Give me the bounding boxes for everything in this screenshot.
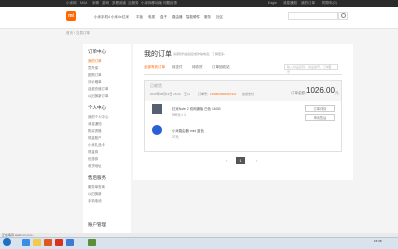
sidebar-section-title: 售后服务 <box>88 175 106 180</box>
divider <box>144 74 342 75</box>
product-title[interactable]: 红米Note 2 双网通版 白色 16GB <box>172 106 221 111</box>
sidebar-item[interactable]: 以旧换新 <box>88 191 102 196</box>
topbar-link[interactable]: 游戏 <box>102 1 109 6</box>
sidebar-section-title: 个人中心 <box>88 105 106 110</box>
nav-item[interactable]: 小米手机4 小米4c <box>94 15 122 20</box>
topbar-link[interactable]: 多看阅读 <box>112 1 126 6</box>
sidebar-item[interactable]: 现金券 <box>88 149 98 154</box>
app-icon[interactable] <box>55 239 63 246</box>
start-button[interactable] <box>3 238 11 246</box>
order-search-button[interactable] <box>330 64 338 70</box>
topbar-cart[interactable]: 购物车(0) <box>322 1 337 6</box>
sidebar-item[interactable]: 小米礼品卡 <box>88 142 105 147</box>
pager-next[interactable]: › <box>256 158 257 163</box>
sidebar-item[interactable]: 现金账户 <box>88 135 102 140</box>
topbar-link[interactable]: 小米网 <box>66 1 77 6</box>
tab-pending-receipt[interactable]: 待收货 <box>192 65 203 70</box>
ie-icon[interactable] <box>22 239 30 246</box>
sidebar-item-my-orders[interactable]: 我的订单 <box>88 58 102 63</box>
order-date: 2015年08月13日 15:22 <box>150 92 181 96</box>
sidebar-item[interactable]: 评价晒单 <box>88 79 102 84</box>
tab-all-orders[interactable]: 全部有效订单 <box>144 65 165 70</box>
order-recipient: 王xx <box>184 92 191 96</box>
taskbar-clock: 15:38 <box>374 239 382 243</box>
breadcrumb: 首页 / 交易订单 <box>66 31 90 35</box>
order-status: 已收货 <box>150 83 162 88</box>
order-details-button[interactable]: 订单详情 <box>305 105 335 112</box>
search-input[interactable] <box>288 12 338 20</box>
order-number-label: 订单号： <box>198 92 211 96</box>
order-total-value: 1026.00 <box>306 86 335 95</box>
topbar-notifications[interactable]: 消息通知 <box>283 1 297 6</box>
topbar-link[interactable]: 问题反馈 <box>163 1 177 6</box>
sidebar-item[interactable]: 意外保 <box>88 65 98 70</box>
product-title[interactable]: 小米路由器 mini 蓝色 <box>172 128 204 133</box>
pager-current-page[interactable]: 1 <box>236 157 245 164</box>
sidebar-item[interactable]: 团购订单 <box>88 72 102 77</box>
sidebar-item[interactable]: 购买资格 <box>88 128 102 133</box>
nav-item[interactable]: 社区 <box>216 15 223 20</box>
order-total-unit: 元 <box>335 91 339 95</box>
order-number[interactable]: 1150813583307411 <box>210 92 236 96</box>
page-title: 我的订单 <box>144 51 172 58</box>
product-price: 999元 × 1 <box>172 113 186 117</box>
after-sales-button[interactable]: 申请售后 <box>305 114 335 121</box>
nav-item[interactable]: 盒子 <box>160 15 167 20</box>
browser-icon[interactable] <box>66 239 74 246</box>
topbar-user[interactable]: Eagle <box>268 1 277 5</box>
tab-recycle-bin[interactable]: 订单回收站 <box>212 65 230 70</box>
nav-item[interactable]: 路由器 <box>172 15 183 20</box>
order-payment: 在线支付 <box>242 92 255 96</box>
tab-pending-payment[interactable]: 待支付 <box>172 65 183 70</box>
sidebar-item[interactable]: 消息通知 <box>88 121 102 126</box>
sidebar-section-title: 订单中心 <box>88 49 106 54</box>
sidebar-item[interactable]: 服务单查询 <box>88 184 105 189</box>
topbar-link[interactable]: MIUI <box>80 1 87 5</box>
sidebar-item[interactable]: 优惠券 <box>88 156 98 161</box>
mi-logo[interactable]: mi <box>66 11 76 21</box>
product-thumbnail[interactable] <box>152 104 162 114</box>
product-price: 27元 <box>172 135 179 139</box>
sidebar-item[interactable]: 我的个人中心 <box>88 114 108 119</box>
folder-icon[interactable] <box>33 239 41 246</box>
nav-item[interactable]: 红米 <box>122 15 129 20</box>
sidebar-item[interactable]: 手机电池 <box>88 198 102 203</box>
page-subtitle: 请谨防钓鱼链接或诈骗电话，了解更多› <box>173 52 225 56</box>
search-icon <box>341 13 346 18</box>
sidebar-item[interactable]: 收货地址 <box>88 163 102 168</box>
router-thumbnail[interactable] <box>152 125 162 135</box>
site-topbar <box>0 0 398 7</box>
nav-item[interactable]: 电视 <box>148 15 155 20</box>
topbar-link[interactable]: 云服务 <box>128 1 139 6</box>
sidebar-item[interactable]: 话费充值订单 <box>88 86 108 91</box>
sidebar-section-title: 账户管理 <box>88 222 106 227</box>
nav-item[interactable]: 智能硬件 <box>186 15 200 20</box>
topbar-link[interactable]: 小米网移动版 <box>141 1 162 6</box>
media-player-icon[interactable] <box>44 239 52 246</box>
app-icon[interactable] <box>88 239 96 246</box>
pager-prev[interactable]: ‹ <box>226 158 227 163</box>
order-search-input[interactable]: 输入商品名称、商品编号、订单号 <box>284 64 330 74</box>
sidebar-item[interactable]: 以旧换新订单 <box>88 93 108 98</box>
nav-item[interactable]: 平板 <box>136 15 143 20</box>
nav-item[interactable]: 服务 <box>204 15 211 20</box>
topbar-link[interactable]: 米聊 <box>92 1 99 6</box>
topbar-orders[interactable]: 我的订单 <box>301 1 315 6</box>
